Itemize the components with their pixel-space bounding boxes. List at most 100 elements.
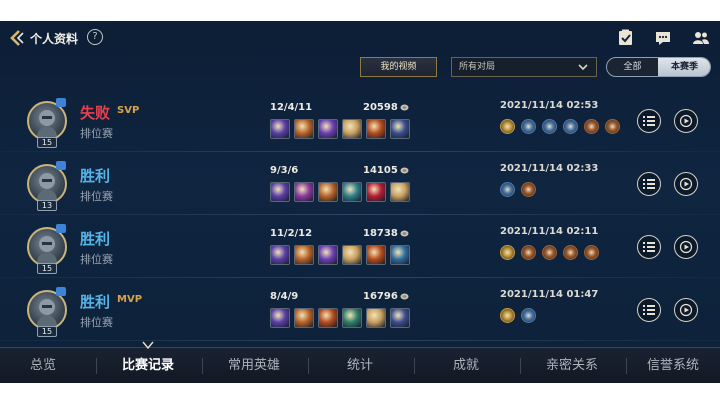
item-icon[interactable] — [294, 308, 314, 328]
tab-common-heroes[interactable]: 常用英雄 — [202, 348, 306, 383]
rank-badge-icon — [56, 224, 66, 233]
match-mode: 排位赛 — [80, 127, 113, 140]
gold-coin-icon — [400, 230, 409, 237]
silver-medal-icon — [521, 119, 536, 134]
item-icon[interactable] — [390, 119, 410, 139]
item-icon[interactable] — [342, 245, 362, 265]
match-datetime: 2021/11/14 02:53 — [500, 100, 599, 111]
hero-level: 15 — [37, 263, 57, 274]
chat-icon[interactable] — [654, 29, 672, 47]
match-replay-button[interactable] — [674, 298, 698, 322]
item-icon[interactable] — [366, 119, 386, 139]
kda: 8/4/9 — [270, 291, 299, 302]
hero-avatar[interactable] — [27, 227, 67, 267]
match-details-button[interactable] — [637, 109, 661, 133]
hero-portrait-icon — [37, 110, 57, 137]
item-icon[interactable] — [270, 119, 290, 139]
hero-avatar[interactable] — [27, 290, 67, 330]
match-row[interactable]: 15 胜利 排位赛 11/2/12 18738 2021/11/14 02:11 — [0, 218, 720, 278]
bottom-nav: 总览 比赛记录 常用英雄 统计 成就 亲密关系 信誉系统 — [0, 347, 720, 383]
hero-avatar[interactable] — [27, 164, 67, 204]
rank-badge-icon — [56, 161, 66, 170]
toggle-all[interactable]: 全部 — [607, 58, 658, 76]
item-icon[interactable] — [270, 308, 290, 328]
item-icon[interactable] — [366, 245, 386, 265]
bronze-medal-icon — [584, 245, 599, 260]
tab-credit-system[interactable]: 信誉系统 — [626, 348, 720, 383]
match-row[interactable]: 15 失败 SVP 排位赛 12/4/11 20598 2021/11/14 02:53 — [0, 92, 720, 152]
tab-overview[interactable]: 总览 — [0, 348, 86, 383]
play-icon — [679, 114, 693, 128]
item-icon[interactable] — [342, 119, 362, 139]
bronze-medal-icon — [521, 245, 536, 260]
match-row[interactable]: 15 胜利 MVP 排位赛 8/4/9 16796 2021/11/14 01:47 — [0, 281, 720, 341]
gold-amount: 14105 — [363, 165, 398, 176]
item-icon[interactable] — [366, 182, 386, 202]
chevron-down-icon — [578, 64, 588, 71]
hero-portrait-icon — [37, 173, 57, 200]
match-mode: 排位赛 — [80, 253, 113, 266]
top-bar: 个人资料 ? — [0, 21, 720, 55]
item-icon[interactable] — [294, 245, 314, 265]
match-result: 胜利 — [80, 167, 111, 185]
match-details-button[interactable] — [637, 235, 661, 259]
clipboard-check-icon[interactable] — [617, 29, 635, 47]
match-details-button[interactable] — [637, 172, 661, 196]
tab-match-history[interactable]: 比赛记录 — [96, 348, 200, 383]
active-tab-caret-icon — [142, 341, 154, 350]
item-icon[interactable] — [318, 308, 338, 328]
match-filter-value: 所有对局 — [459, 62, 496, 72]
match-mode: 排位赛 — [80, 316, 113, 329]
rank-badge-icon — [56, 287, 66, 296]
bronze-medal-icon — [521, 182, 536, 197]
page-title: 个人资料 — [30, 32, 79, 46]
hero-portrait-icon — [37, 299, 57, 326]
toggle-current-season[interactable]: 本赛季 — [658, 58, 710, 76]
rank-badge-icon — [56, 98, 66, 107]
hero-avatar[interactable] — [27, 101, 67, 141]
tab-achievements[interactable]: 成就 — [414, 348, 518, 383]
match-row[interactable]: 13 胜利 排位赛 9/3/6 14105 2021/11/14 02:33 — [0, 155, 720, 215]
item-icon[interactable] — [390, 308, 410, 328]
item-icon[interactable] — [294, 182, 314, 202]
gold-medal-icon — [500, 245, 515, 260]
item-icon[interactable] — [318, 119, 338, 139]
item-icon[interactable] — [342, 182, 362, 202]
match-replay-button[interactable] — [674, 172, 698, 196]
item-icon[interactable] — [318, 182, 338, 202]
bronze-medal-icon — [542, 245, 557, 260]
match-filter-dropdown[interactable]: 所有对局 — [451, 57, 597, 77]
match-datetime: 2021/11/14 02:11 — [500, 226, 599, 237]
back-arrow-icon[interactable] — [7, 29, 25, 47]
item-icon[interactable] — [270, 245, 290, 265]
play-icon — [679, 177, 693, 191]
match-replay-button[interactable] — [674, 109, 698, 133]
item-icon[interactable] — [270, 182, 290, 202]
item-icon[interactable] — [390, 245, 410, 265]
my-videos-button[interactable]: 我的视频 — [360, 57, 437, 77]
help-icon[interactable]: ? — [87, 29, 103, 45]
item-icon[interactable] — [294, 119, 314, 139]
gold-amount: 20598 — [363, 102, 398, 113]
item-icon[interactable] — [342, 308, 362, 328]
list-icon — [643, 116, 655, 126]
item-icon[interactable] — [366, 308, 386, 328]
item-icon[interactable] — [390, 182, 410, 202]
hero-level: 15 — [37, 326, 57, 337]
mvp-badge: MVP — [117, 294, 143, 305]
kda: 12/4/11 — [270, 102, 313, 113]
friends-icon[interactable] — [692, 29, 710, 47]
hero-level: 13 — [37, 200, 57, 211]
tab-stats[interactable]: 统计 — [308, 348, 412, 383]
item-icon[interactable] — [318, 245, 338, 265]
match-replay-button[interactable] — [674, 235, 698, 259]
match-details-button[interactable] — [637, 298, 661, 322]
list-icon — [643, 242, 655, 252]
play-icon — [679, 240, 693, 254]
kda: 9/3/6 — [270, 165, 299, 176]
silver-medal-icon — [500, 182, 515, 197]
bronze-medal-icon — [605, 119, 620, 134]
gold-medal-icon — [500, 308, 515, 323]
tab-relationships[interactable]: 亲密关系 — [520, 348, 624, 383]
bronze-medal-icon — [584, 119, 599, 134]
